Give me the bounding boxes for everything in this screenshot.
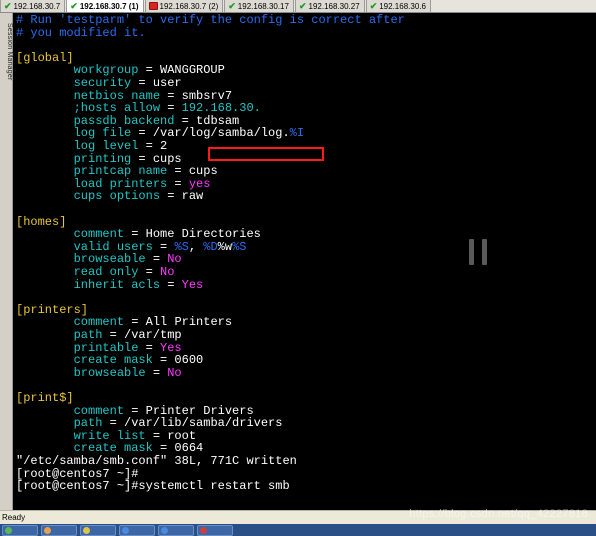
session-tab-label: 192.168.30.7 (2) [159, 1, 219, 11]
windows-taskbar [0, 524, 596, 536]
terminal-text: , [188, 239, 204, 254]
terminal-text: = [160, 277, 182, 292]
checkmark-icon: ✔ [4, 0, 12, 11]
terminal-text: [root@centos7 ~]#systemctl restart smb [16, 479, 290, 494]
terminal-text: %S [232, 239, 247, 254]
taskbar-item[interactable] [119, 524, 155, 536]
pause-icon [469, 239, 491, 265]
taskbar-item[interactable] [41, 524, 77, 536]
taskbar-item[interactable] [80, 524, 116, 536]
terminal-line: cups options = raw [16, 189, 204, 204]
terminal-line: # you modified it. [16, 25, 146, 40]
session-tab-label: 192.168.30.27 [308, 1, 360, 11]
terminal-text: No [167, 365, 182, 380]
taskbar-item[interactable] [197, 524, 233, 536]
checkmark-icon: ✔ [298, 0, 307, 11]
session-tab-label: 192.168.30.7 (1) [79, 1, 139, 11]
session-tab[interactable]: ✔ 192.168.30.7 [0, 0, 66, 12]
annotation-highlight-box [208, 147, 324, 161]
terminal-text: Yes [181, 277, 204, 292]
checkmark-icon: ✔ [228, 0, 236, 11]
session-tab[interactable]: ✔ 192.168.30.6 [365, 0, 431, 12]
taskbar-item[interactable] [2, 524, 38, 536]
terminal-text: %I [289, 126, 305, 141]
terminal-text: cups options [16, 189, 161, 204]
terminal-text: # you modified it. [16, 25, 146, 40]
terminal-text: = [145, 365, 168, 380]
session-tab-label: 192.168.30.17 [237, 1, 289, 11]
session-manager-label: Session Manager [6, 23, 13, 81]
session-manager-gutter[interactable]: Session Manager [0, 13, 13, 510]
terminal-text: inherit acls [16, 277, 161, 292]
terminal-text: browseable [16, 365, 146, 380]
checkmark-icon: ✔ [70, 0, 78, 11]
terminal-pane[interactable]: # Run 'testparm' to verify the config is… [13, 13, 596, 510]
session-tab-label: 192.168.30.7 [13, 1, 61, 11]
terminal-text: %w [217, 239, 233, 254]
status-text: Ready [2, 513, 26, 522]
taskbar-item[interactable] [158, 524, 194, 536]
session-tab-label: 192.168.30.6 [379, 1, 426, 11]
session-tab[interactable]: ✔ 192.168.30.7 (1) [66, 0, 144, 12]
terminal-line: browseable = No [16, 365, 182, 380]
disconnected-icon [148, 2, 158, 10]
checkmark-icon: ✔ [369, 0, 378, 11]
session-tab[interactable]: 192.168.30.7 (2) [144, 0, 224, 12]
terminal-text: %D [203, 239, 218, 254]
session-tab[interactable]: ✔ 192.168.30.17 [224, 0, 294, 12]
session-tab[interactable]: ✔ 192.168.30.27 [294, 0, 365, 12]
terminal-line: [root@centos7 ~]#systemctl restart smb [16, 480, 290, 493]
watermark: https://blog.csdn.net/qq_42227818 [409, 508, 588, 520]
terminal-text: = raw [160, 189, 204, 204]
session-tab-bar: ✔ 192.168.30.7 ✔ 192.168.30.7 (1) 192.168.30… [0, 0, 596, 13]
terminal-line: inherit acls = Yes [16, 277, 204, 292]
